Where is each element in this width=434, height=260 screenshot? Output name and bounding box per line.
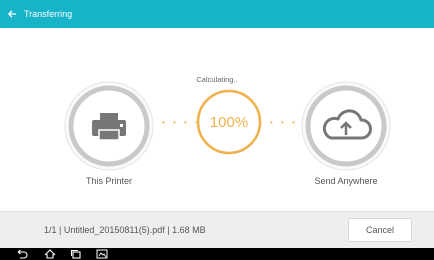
file-info-text: 1/1 | Untitled_20150811(5).pdf | 1.68 MB xyxy=(44,225,206,235)
transfer-area: This Printer • • • • Calculating.. 100% … xyxy=(0,28,434,211)
screenshot-icon[interactable] xyxy=(94,248,110,260)
cancel-button[interactable]: Cancel xyxy=(348,218,412,242)
back-arrow-icon[interactable] xyxy=(0,0,24,28)
source-device-label: This Printer xyxy=(85,176,132,186)
recent-apps-icon[interactable] xyxy=(68,248,84,260)
back-icon[interactable] xyxy=(14,248,30,260)
file-info-bar: 1/1 | Untitled_20150811(5).pdf | 1.68 MB… xyxy=(0,211,434,249)
target-device-label: Send Anywhere xyxy=(314,176,378,186)
app-bar: Transferring xyxy=(0,0,434,28)
progress-percent: 100% xyxy=(210,114,248,131)
progress-ring: 100% xyxy=(196,89,262,155)
system-nav-bar xyxy=(0,248,434,260)
home-icon[interactable] xyxy=(42,248,58,260)
page-title: Transferring xyxy=(24,9,73,19)
target-device-circle xyxy=(301,81,391,171)
source-device-circle xyxy=(64,81,154,171)
transfer-status-text: Calculating.. xyxy=(196,75,238,84)
